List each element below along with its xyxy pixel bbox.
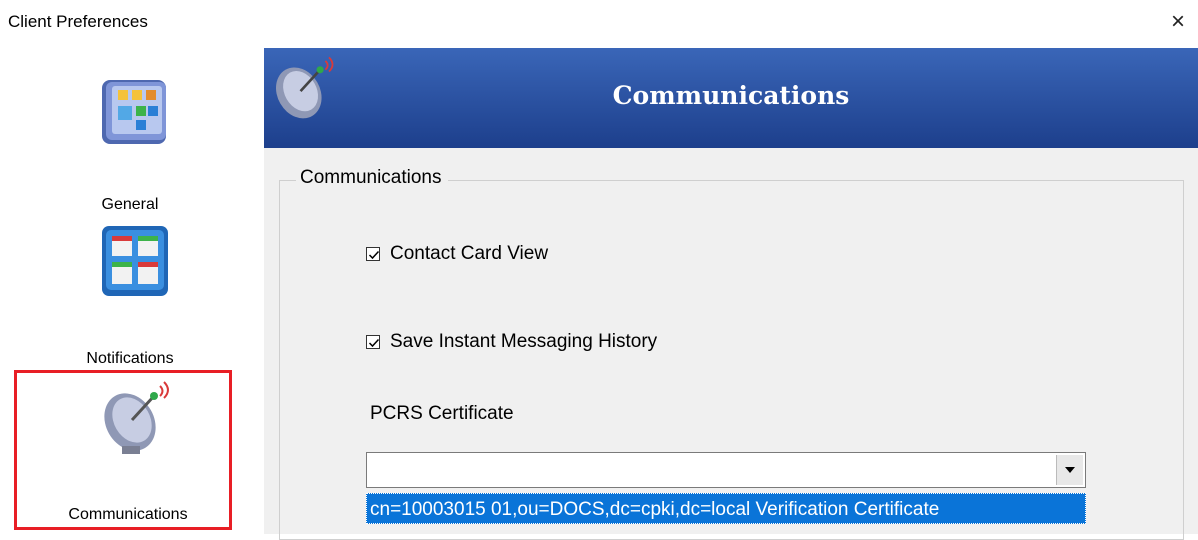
- sidebar-item-communications[interactable]: Communications: [18, 376, 238, 526]
- checkbox-box[interactable]: [366, 335, 380, 349]
- dropdown-button[interactable]: [1056, 455, 1083, 485]
- sidebar-item-label: Notifications: [86, 350, 174, 367]
- checkbox-label: Contact Card View: [390, 243, 549, 264]
- header-title: Communications: [612, 81, 850, 110]
- sidebar-item-label: General: [101, 196, 159, 213]
- checkbox-label: Save Instant Messaging History: [390, 331, 658, 352]
- groupbox-legend: Communications: [296, 167, 448, 189]
- sidebar-item-notifications[interactable]: Notifications: [20, 222, 240, 372]
- notifications-board-icon: [102, 226, 168, 296]
- sidebar-item-general[interactable]: General: [20, 70, 240, 220]
- checkmark-icon: [368, 338, 380, 348]
- certificate-label: PCRS Certificate: [370, 403, 514, 424]
- certificate-option[interactable]: cn=10003015 01,ou=DOCS,dc=cpki,dc=local …: [366, 493, 1086, 524]
- window-title: Client Preferences: [8, 12, 148, 31]
- sidebar-item-label: Communications: [68, 506, 188, 523]
- certificate-select[interactable]: [366, 452, 1086, 488]
- general-panel-icon: [102, 80, 166, 144]
- checkmark-icon: [368, 250, 380, 260]
- satellite-dish-icon: [104, 381, 169, 454]
- chevron-down-icon: [1065, 467, 1075, 473]
- contact-card-view-checkbox[interactable]: Contact Card View: [366, 243, 548, 265]
- header-banner: Communications: [264, 48, 1198, 148]
- save-im-history-checkbox[interactable]: Save Instant Messaging History: [366, 331, 657, 353]
- checkbox-box[interactable]: [366, 247, 380, 261]
- close-button[interactable]: ×: [1166, 10, 1190, 34]
